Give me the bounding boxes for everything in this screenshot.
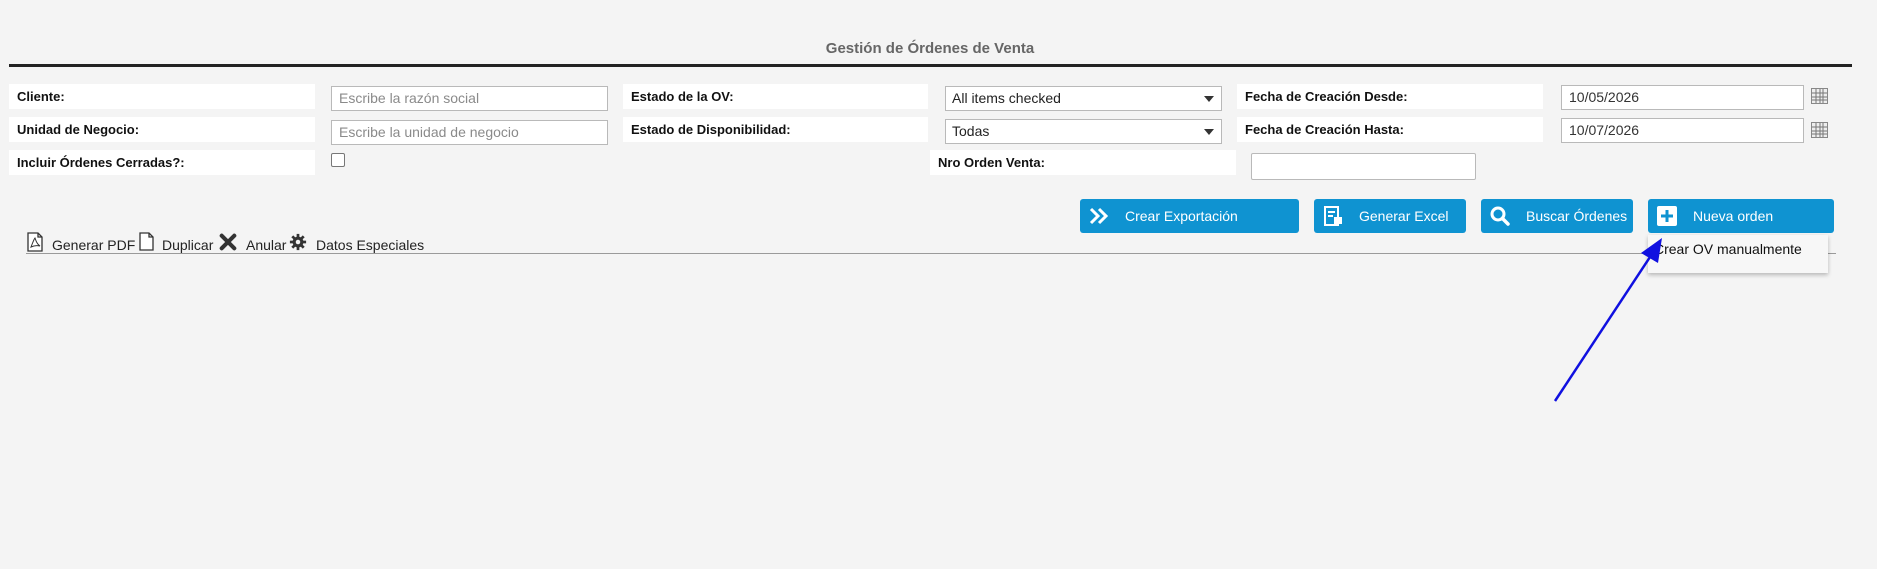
pointer-arrow xyxy=(1553,238,1662,402)
